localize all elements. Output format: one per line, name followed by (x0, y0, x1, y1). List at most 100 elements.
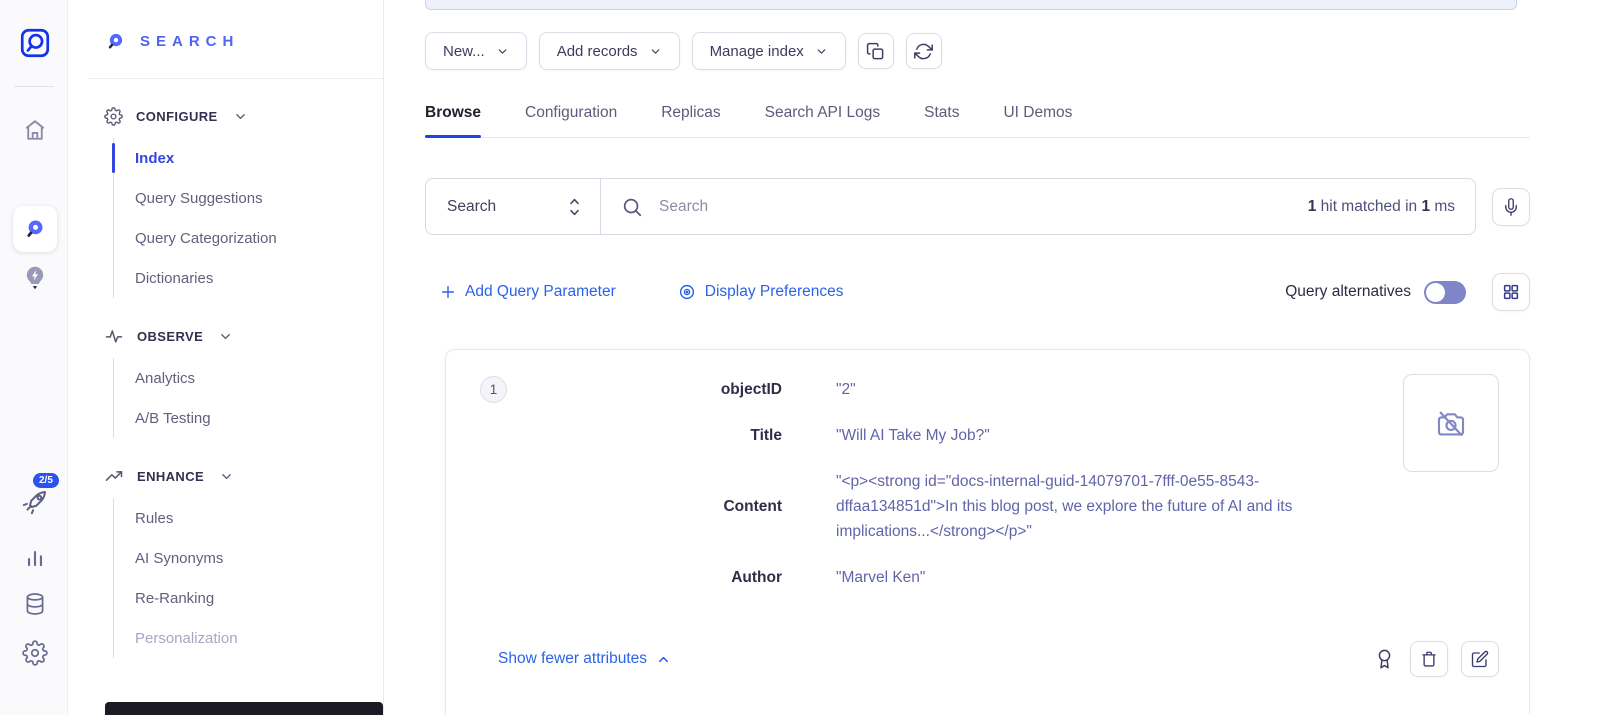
usage-badge: 2/5 (33, 473, 59, 488)
section-configure: CONFIGURE Index Query Suggestions Query … (68, 107, 383, 298)
hits-time: 1 (1421, 198, 1430, 215)
toggle-knob (1426, 283, 1445, 302)
grid-icon (1502, 283, 1520, 301)
sidebar-item-ab-testing[interactable]: A/B Testing (114, 398, 383, 438)
chevron-down-icon (233, 109, 248, 124)
tab-ui-demos[interactable]: UI Demos (1003, 104, 1072, 137)
sidebar-item-query-suggestions[interactable]: Query Suggestions (114, 178, 383, 218)
manage-index-button[interactable]: Manage index (692, 32, 846, 70)
show-fewer-attributes-label: Show fewer attributes (498, 650, 647, 668)
tab-configuration[interactable]: Configuration (525, 104, 617, 137)
hit-rank-badge: 1 (480, 376, 507, 403)
camera-off-icon (1435, 407, 1467, 439)
configure-items: Index Query Suggestions Query Categoriza… (113, 138, 383, 298)
index-tabs: Browse Configuration Replicas Search API… (425, 104, 1530, 138)
hit-card: 1 objectID "2" Title "Will AI Take My Jo… (445, 349, 1530, 715)
refresh-button[interactable] (906, 33, 942, 69)
add-records-button[interactable]: Add records (539, 32, 680, 70)
attribute-name: Author (446, 569, 782, 587)
search-mode-select[interactable]: Search (426, 179, 601, 234)
show-fewer-attributes-link[interactable]: Show fewer attributes (498, 650, 671, 668)
section-configure-header[interactable]: CONFIGURE (68, 107, 383, 126)
trending-up-icon (104, 466, 124, 486)
attribute-value: "Marvel Ken" (836, 565, 1366, 590)
manage-index-label: Manage index (710, 43, 804, 60)
settings-gear-icon[interactable] (22, 640, 48, 666)
sidebar-item-re-ranking[interactable]: Re-Ranking (114, 578, 383, 618)
display-preferences-label: Display Preferences (705, 283, 844, 301)
section-observe: OBSERVE Analytics A/B Testing (68, 326, 383, 438)
add-query-parameter-link[interactable]: Add Query Parameter (440, 283, 616, 301)
app-rail: 2/5 (0, 0, 68, 715)
database-icon[interactable] (22, 590, 48, 618)
pulse-icon (104, 326, 124, 346)
new-button[interactable]: New... (425, 32, 527, 70)
section-observe-header[interactable]: OBSERVE (68, 326, 383, 346)
bar-chart-icon[interactable] (22, 545, 48, 571)
hits-time-unit: ms (1430, 198, 1455, 215)
section-configure-label: CONFIGURE (136, 109, 218, 124)
sidebar-product-header: SEARCH (68, 0, 383, 53)
eye-icon (678, 283, 696, 301)
select-updown-icon (566, 196, 583, 218)
tab-replicas[interactable]: Replicas (661, 104, 720, 137)
query-alternatives-group: Query alternatives (1285, 273, 1530, 311)
attribute-value: "2" (836, 377, 1366, 402)
search-nav-icon[interactable] (13, 206, 57, 252)
hit-actions (1371, 641, 1499, 677)
plus-icon (440, 284, 456, 300)
rocket-icon[interactable] (20, 487, 50, 517)
index-selector-strip[interactable] (425, 0, 1517, 10)
sidebar-item-ai-synonyms[interactable]: AI Synonyms (114, 538, 383, 578)
recommend-icon[interactable] (22, 264, 48, 292)
section-enhance-label: ENHANCE (137, 469, 204, 484)
chevron-down-icon (496, 45, 509, 58)
hit-image-placeholder (1403, 374, 1499, 472)
sidebar-item-rules[interactable]: Rules (114, 498, 383, 538)
query-alternatives-label: Query alternatives (1285, 283, 1411, 301)
sidebar-item-analytics[interactable]: Analytics (114, 358, 383, 398)
trash-icon (1420, 650, 1438, 668)
section-enhance-header[interactable]: ENHANCE (68, 466, 383, 486)
hit-attributes: objectID "2" Title "Will AI Take My Job?… (446, 350, 1529, 590)
award-ribbon-icon (1374, 647, 1395, 671)
attribute-name: Content (446, 498, 782, 516)
attribute-value: "Will AI Take My Job?" (836, 423, 1366, 448)
sidebar-item-personalization[interactable]: Personalization (114, 618, 383, 658)
chevron-up-icon (656, 652, 671, 667)
copy-index-button[interactable] (858, 33, 894, 69)
sidebar: SEARCH CONFIGURE Index Query Suggestion (68, 0, 384, 715)
display-preferences-link[interactable]: Display Preferences (678, 283, 844, 301)
home-icon[interactable] (21, 116, 49, 144)
query-alternatives-toggle[interactable] (1424, 281, 1466, 304)
add-records-label: Add records (557, 43, 638, 60)
chevron-down-icon (218, 329, 233, 344)
tab-stats[interactable]: Stats (924, 104, 959, 137)
attribute-value: "<p><strong id="docs-internal-guid-14079… (836, 469, 1366, 544)
search-product-icon (104, 30, 127, 53)
tab-search-api-logs[interactable]: Search API Logs (765, 104, 880, 137)
algolia-logo-icon[interactable] (18, 26, 52, 60)
search-input[interactable] (659, 198, 1292, 216)
edit-record-button[interactable] (1461, 641, 1499, 677)
query-controls-row: Add Query Parameter Display Preferences … (425, 273, 1530, 311)
hits-info: 1 hit matched in 1 ms (1308, 198, 1455, 216)
voice-search-button[interactable] (1492, 188, 1530, 226)
main-panel: New... Add records Manage index (385, 0, 1600, 715)
chevron-down-icon (219, 469, 234, 484)
product-title: SEARCH (140, 33, 239, 50)
sidebar-item-dictionaries[interactable]: Dictionaries (114, 258, 383, 298)
chevron-down-icon (649, 45, 662, 58)
sidebar-bottom-cutoff-bar (105, 702, 383, 715)
sidebar-item-query-categorization[interactable]: Query Categorization (114, 218, 383, 258)
rail-divider (14, 86, 54, 87)
delete-record-button[interactable] (1410, 641, 1448, 677)
ranking-info-button[interactable] (1371, 641, 1397, 677)
layout-grid-button[interactable] (1492, 273, 1530, 311)
refresh-icon (914, 42, 933, 61)
index-toolbar: New... Add records Manage index (425, 32, 1530, 70)
sidebar-item-index[interactable]: Index (114, 138, 383, 178)
tab-browse[interactable]: Browse (425, 104, 481, 137)
enhance-items: Rules AI Synonyms Re-Ranking Personaliza… (113, 498, 383, 658)
configure-gear-icon (104, 107, 123, 126)
